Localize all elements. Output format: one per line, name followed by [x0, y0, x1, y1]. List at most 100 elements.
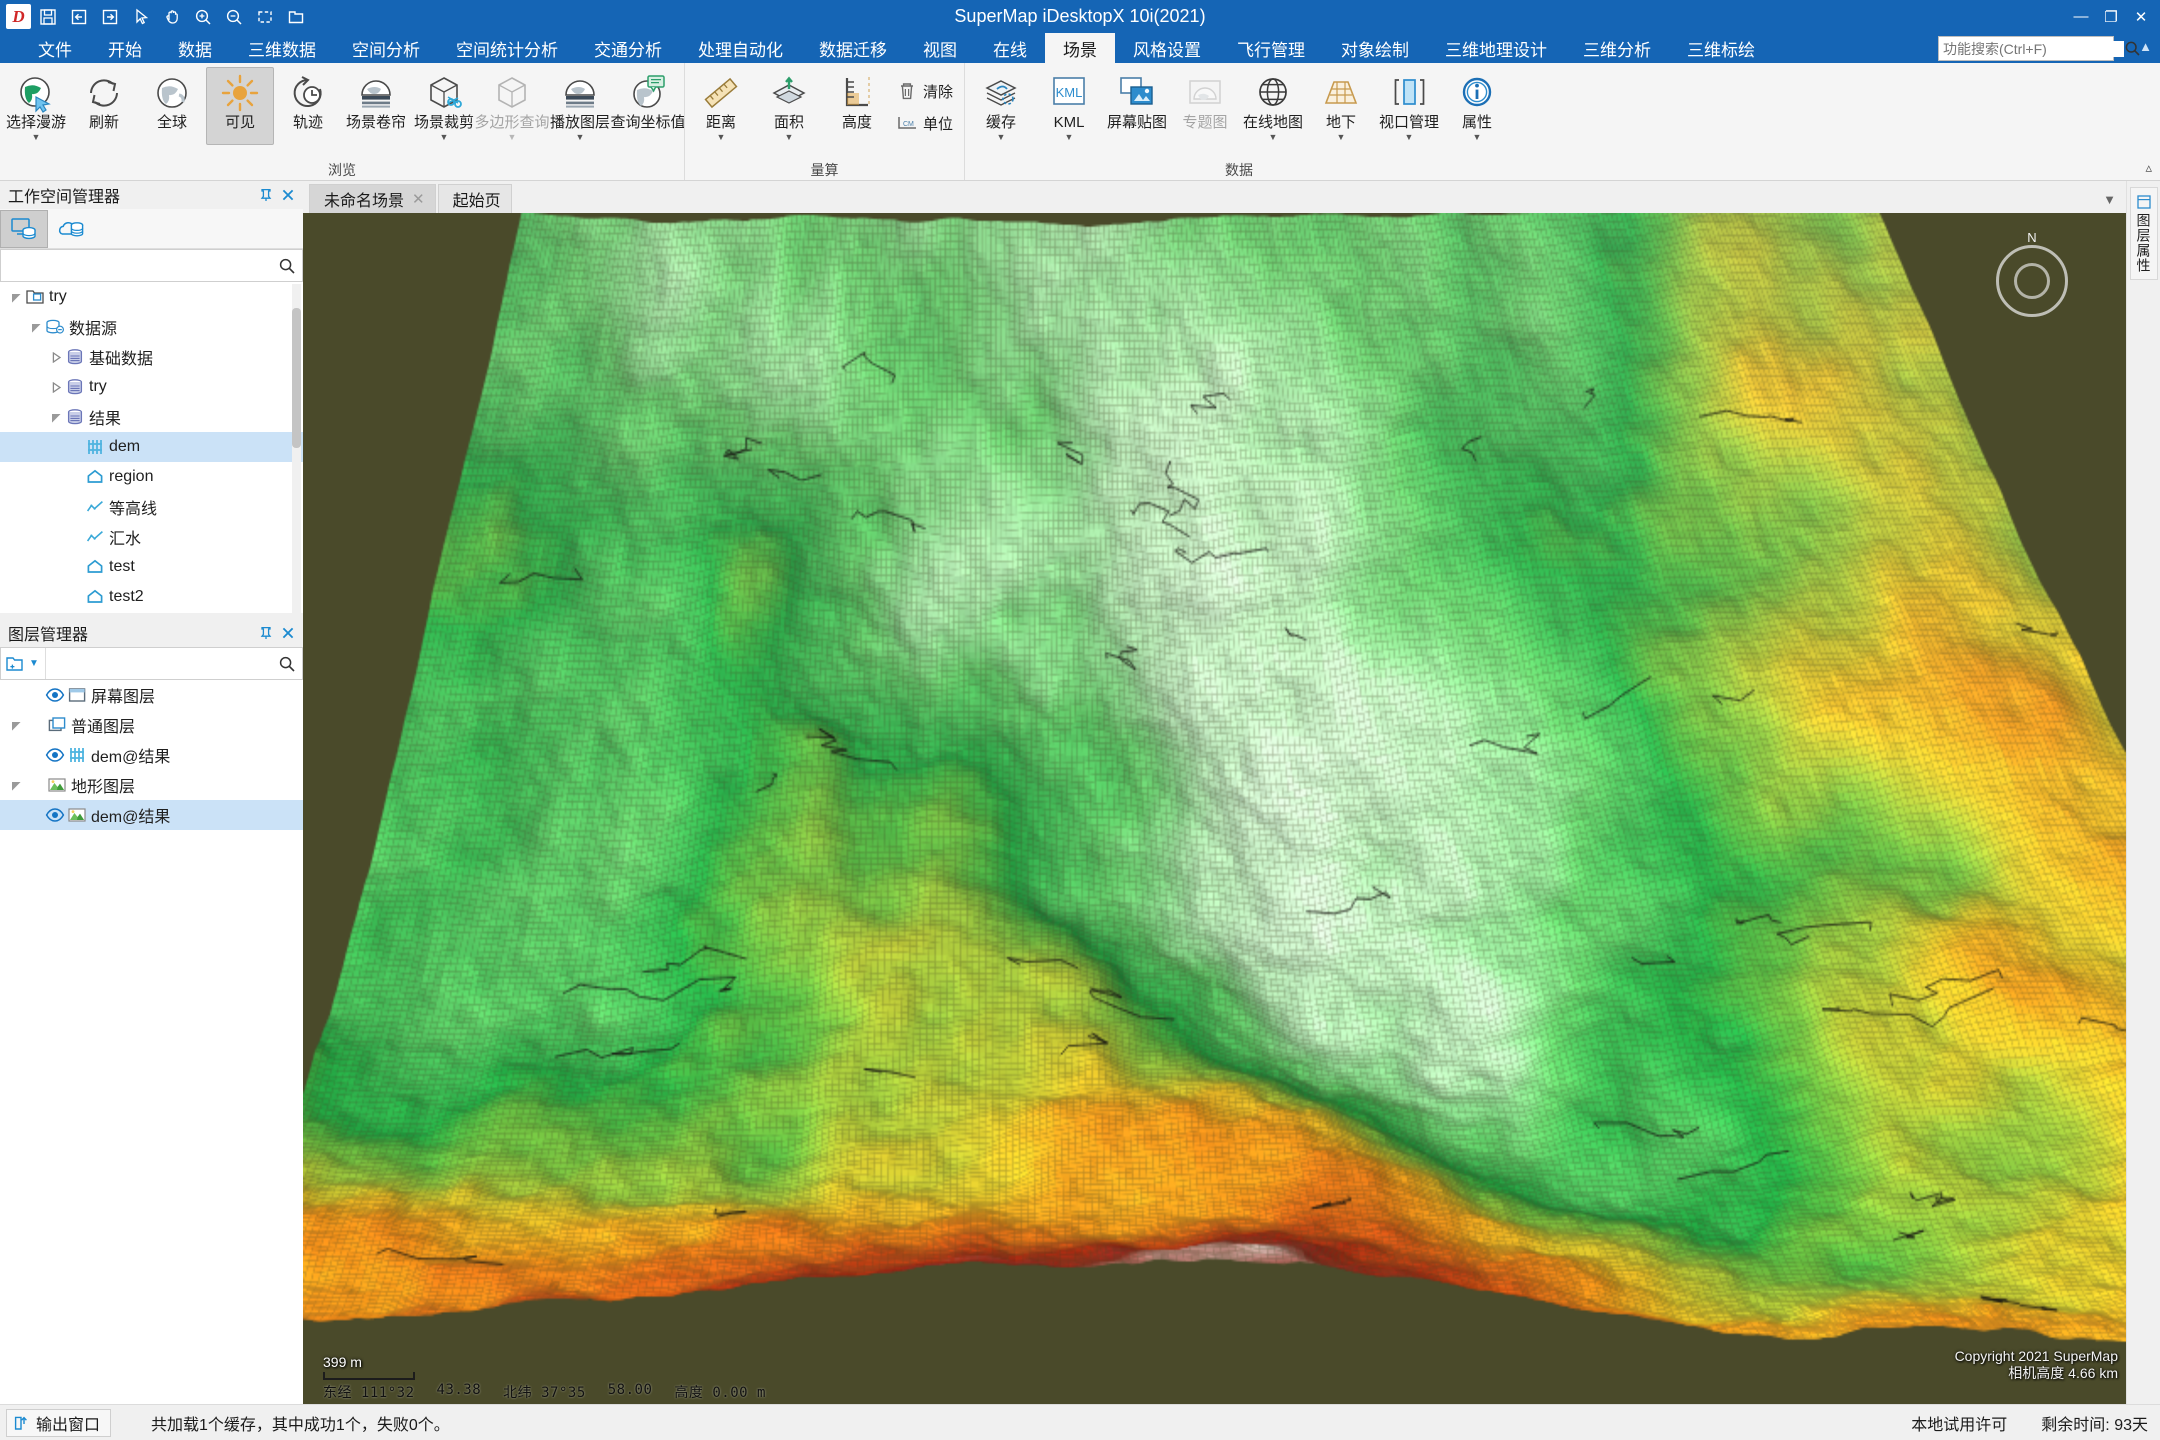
open-folder-icon[interactable] — [281, 4, 310, 30]
visibility-eye-icon[interactable] — [44, 805, 66, 825]
chevron-down-icon[interactable]: ▼ — [1337, 132, 1346, 142]
tree-collapse-icon[interactable] — [8, 292, 24, 303]
ribbon-tab-17[interactable]: 三维标绘 — [1669, 33, 1773, 63]
ribbon-collapse-icon[interactable]: ▵ — [2145, 160, 2152, 176]
workspace-search-row[interactable] — [0, 249, 303, 282]
ribbon-button-scene-clip[interactable]: 场景裁剪 ▼ — [410, 67, 478, 145]
zoom-out-icon[interactable] — [219, 4, 248, 30]
layer-search-input[interactable] — [45, 655, 278, 672]
ribbon-tab-0[interactable]: 文件 — [20, 33, 90, 63]
tree-collapse-icon[interactable] — [28, 322, 44, 333]
minimize-button[interactable]: — — [2066, 2, 2096, 32]
tree-item[interactable]: 结果 — [0, 402, 303, 432]
ribbon-button-sun[interactable]: 可见 — [206, 67, 274, 145]
chevron-down-icon[interactable]: ▼ — [1405, 132, 1414, 142]
ribbon-button-refresh[interactable]: 刷新 — [70, 67, 138, 145]
document-tab-0[interactable]: 未命名场景 ✕ — [309, 184, 436, 213]
visibility-eye-icon[interactable] — [44, 745, 66, 765]
cloud-workspace-tab[interactable] — [48, 210, 96, 248]
visibility-eye-icon[interactable] — [44, 685, 66, 705]
tree-item[interactable]: 汇水 — [0, 522, 303, 552]
function-search-box[interactable] — [1938, 36, 2140, 61]
ribbon-button-cache[interactable]: 缓存 ▼ — [967, 67, 1035, 145]
chevron-down-icon[interactable]: ▼ — [29, 658, 39, 669]
ribbon-tab-15[interactable]: 三维地理设计 — [1427, 33, 1565, 63]
save-icon[interactable] — [33, 4, 62, 30]
workspace-search-input[interactable] — [9, 257, 278, 274]
redo-icon[interactable] — [95, 4, 124, 30]
ribbon-tab-4[interactable]: 空间分析 — [334, 33, 438, 63]
search-icon[interactable] — [278, 655, 296, 673]
scene-viewport[interactable]: N 399 m Copyright 2021 SuperMap 相机高度 4.6… — [303, 213, 2126, 1404]
ribbon-button-trash[interactable]: 清除 — [891, 75, 962, 107]
ribbon-button-kml[interactable]: KML KML ▼ — [1035, 67, 1103, 145]
close-button[interactable]: ✕ — [2126, 2, 2156, 32]
chevron-down-icon[interactable]: ▼ — [1269, 132, 1278, 142]
document-tab-1[interactable]: 起始页 — [437, 184, 512, 213]
tree-expand-icon[interactable] — [48, 351, 64, 363]
tree-item[interactable]: test2 — [0, 582, 303, 612]
chevron-down-icon[interactable]: ▼ — [32, 132, 41, 142]
search-icon[interactable] — [278, 257, 296, 275]
ribbon-tab-5[interactable]: 空间统计分析 — [438, 33, 576, 63]
zoom-in-icon[interactable] — [188, 4, 217, 30]
ribbon-tab-3[interactable]: 三维数据 — [230, 33, 334, 63]
terrain-render[interactable] — [303, 213, 2126, 1404]
chevron-down-icon[interactable]: ▼ — [997, 132, 1006, 142]
chevron-down-icon[interactable]: ▼ — [785, 132, 794, 142]
ribbon-tab-6[interactable]: 交通分析 — [576, 33, 680, 63]
ribbon-button-globe-cursor[interactable]: 选择漫游 ▼ — [2, 67, 70, 145]
ribbon-button-unit[interactable]: CM 单位 — [891, 107, 962, 139]
select-icon[interactable] — [126, 4, 155, 30]
tree-item[interactable]: dem@结果 — [0, 800, 303, 830]
compass-icon[interactable]: N — [1996, 230, 2068, 317]
ribbon-button-height[interactable]: 高度 — [823, 67, 891, 145]
ribbon-button-area[interactable]: 面积 ▼ — [755, 67, 823, 145]
ribbon-tab-2[interactable]: 数据 — [160, 33, 230, 63]
ribbon-tab-7[interactable]: 处理自动化 — [680, 33, 801, 63]
ribbon-tab-8[interactable]: 数据迁移 — [801, 33, 905, 63]
ribbon-help-icon[interactable]: ▲ — [2139, 39, 2152, 54]
ribbon-button-underground[interactable]: 地下 ▼ — [1307, 67, 1375, 145]
output-window-button[interactable]: 输出窗口 — [6, 1408, 112, 1437]
tree-item[interactable]: 屏幕图层 — [0, 680, 303, 710]
tree-item[interactable]: 基础数据 — [0, 342, 303, 372]
close-icon[interactable]: ✕ — [412, 190, 425, 208]
ribbon-button-scene-swipe[interactable]: 场景卷帘 — [342, 67, 410, 145]
ribbon-button-online-map[interactable]: 在线地图 ▼ — [1239, 67, 1307, 145]
workspace-tree[interactable]: try 数据源 基础数据 try 结果 dem region 等高线 汇水 test test2 — [0, 282, 303, 613]
tree-item[interactable]: 数据源 — [0, 312, 303, 342]
layer-properties-strip[interactable]: 图层属性 — [2129, 187, 2158, 280]
chevron-down-icon[interactable]: ▼ — [1473, 132, 1482, 142]
maximize-button[interactable]: ❐ — [2096, 2, 2126, 32]
pin-icon[interactable] — [255, 622, 277, 644]
local-workspace-tab[interactable] — [0, 209, 48, 248]
pan-icon[interactable] — [157, 4, 186, 30]
ribbon-button-viewport-manage[interactable]: 视口管理 ▼ — [1375, 67, 1443, 145]
ribbon-tab-12[interactable]: 风格设置 — [1115, 33, 1219, 63]
ribbon-tab-11[interactable]: 场景 — [1045, 33, 1115, 63]
ribbon-button-globe[interactable]: 全球 — [138, 67, 206, 145]
close-icon[interactable] — [277, 622, 299, 644]
tree-collapse-icon[interactable] — [48, 412, 64, 423]
ribbon-button-play-layer[interactable]: 播放图层 ▼ — [546, 67, 614, 145]
tree-item[interactable]: try — [0, 282, 303, 312]
ribbon-button-track-clock[interactable]: 轨迹 — [274, 67, 342, 145]
tree-collapse-icon[interactable] — [8, 780, 24, 791]
tree-expand-icon[interactable] — [48, 381, 64, 393]
chevron-down-icon[interactable]: ▼ — [1065, 132, 1074, 142]
tree-item[interactable]: 地形图层 — [0, 770, 303, 800]
close-icon[interactable] — [277, 184, 299, 206]
tree-item[interactable]: dem@结果 — [0, 740, 303, 770]
chevron-down-icon[interactable]: ▼ — [717, 132, 726, 142]
ribbon-tab-1[interactable]: 开始 — [90, 33, 160, 63]
pin-icon[interactable] — [255, 184, 277, 206]
tree-item[interactable]: dem — [0, 432, 303, 462]
tree-item[interactable]: test — [0, 552, 303, 582]
ribbon-tab-14[interactable]: 对象绘制 — [1323, 33, 1427, 63]
new-folder-icon[interactable]: ▼ — [1, 648, 46, 679]
ribbon-tab-16[interactable]: 三维分析 — [1565, 33, 1669, 63]
layer-tree[interactable]: 屏幕图层 普通图层 dem@结果 地形图层 dem@结果 — [0, 680, 303, 1404]
chevron-down-icon[interactable]: ▼ — [440, 132, 449, 142]
full-extent-icon[interactable] — [250, 4, 279, 30]
